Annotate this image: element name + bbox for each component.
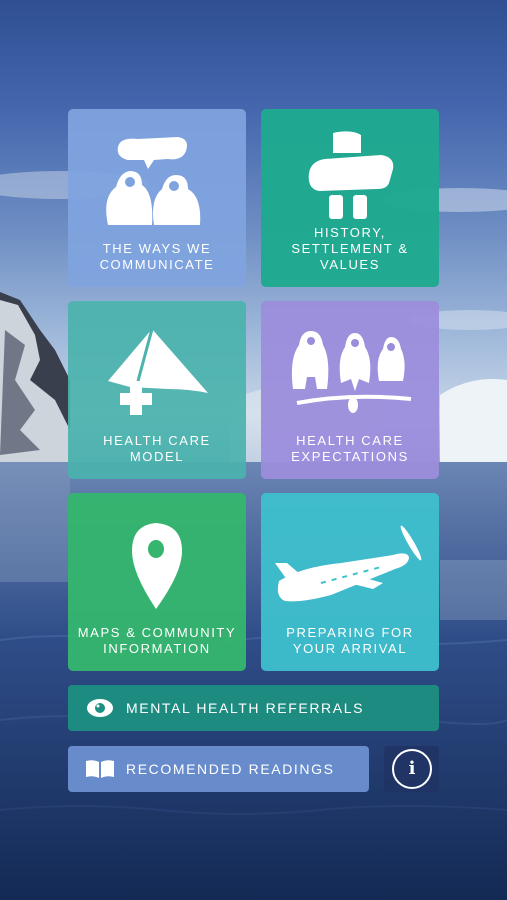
tile-ways-we-communicate[interactable]: THE WAYS WE COMMUNICATE bbox=[68, 109, 246, 287]
tile-label: HEALTH CARE MODEL bbox=[103, 433, 211, 464]
tile-maps-community-information[interactable]: MAPS & COMMUNITY INFORMATION bbox=[68, 493, 246, 671]
recommended-readings-label: RECOMENDED READINGS bbox=[126, 761, 335, 777]
inukshuk-icon bbox=[308, 131, 394, 219]
tile-preparing-for-arrival[interactable]: PREPARING FOR YOUR ARRIVAL bbox=[261, 493, 439, 671]
tile-label: HISTORY, SETTLEMENT & VALUES bbox=[291, 225, 409, 272]
airplane-icon bbox=[275, 525, 422, 602]
mental-health-referrals-label: MENTAL HEALTH REFERRALS bbox=[126, 700, 365, 716]
map-pin-icon bbox=[132, 523, 182, 609]
info-button[interactable]: i bbox=[384, 746, 439, 792]
recommended-readings-button[interactable]: RECOMENDED READINGS bbox=[68, 746, 369, 792]
tile-health-care-expectations[interactable]: HEALTH CARE EXPECTATIONS bbox=[261, 301, 439, 479]
tile-history-settlement-values[interactable]: HISTORY, SETTLEMENT & VALUES bbox=[261, 109, 439, 287]
three-figures-icon bbox=[291, 331, 412, 413]
mental-health-referrals-button[interactable]: MENTAL HEALTH REFERRALS bbox=[68, 685, 439, 731]
tile-label: MAPS & COMMUNITY INFORMATION bbox=[77, 625, 237, 656]
eye-icon bbox=[87, 699, 113, 717]
tile-label: PREPARING FOR YOUR ARRIVAL bbox=[286, 625, 414, 656]
tile-health-care-model[interactable]: HEALTH CARE MODEL bbox=[68, 301, 246, 479]
tile-label: THE WAYS WE COMMUNICATE bbox=[99, 241, 215, 272]
open-book-icon bbox=[86, 760, 114, 778]
tile-label: HEALTH CARE EXPECTATIONS bbox=[291, 433, 409, 464]
info-icon: i bbox=[392, 749, 432, 789]
two-people-speech-icon bbox=[106, 137, 201, 225]
tent-plus-icon bbox=[108, 328, 208, 415]
